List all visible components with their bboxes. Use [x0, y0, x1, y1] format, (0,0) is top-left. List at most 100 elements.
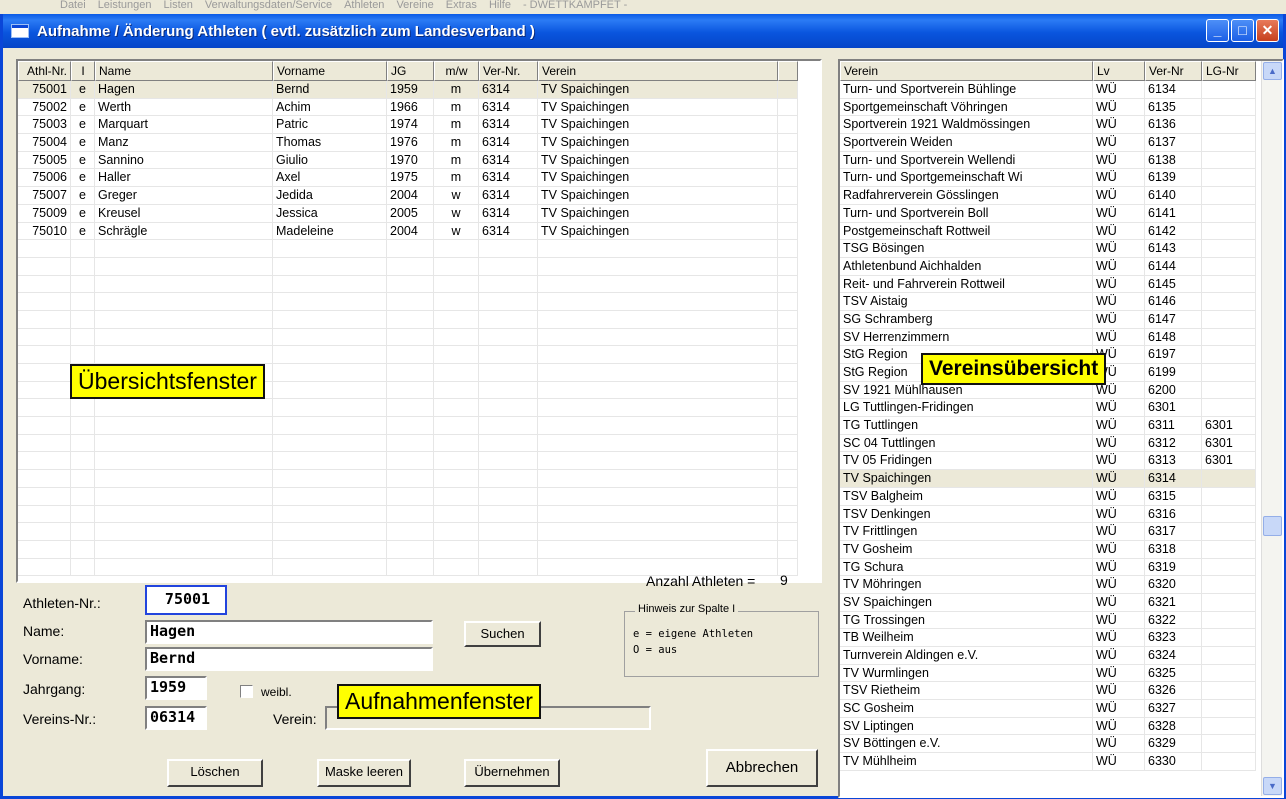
- club-list[interactable]: Verein Lv Ver-Nr LG-Nr Turn- und Sportve…: [838, 59, 1284, 798]
- cell-i: [71, 434, 95, 452]
- club-row[interactable]: TV Gosheim WÜ 6318: [840, 540, 1256, 559]
- scroll-up-arrow-icon[interactable]: ▲: [1263, 62, 1282, 80]
- apply-button[interactable]: Übernehmen: [464, 759, 560, 787]
- club-row[interactable]: TB Weilheim WÜ 6323: [840, 629, 1256, 647]
- suchen-button[interactable]: Suchen: [464, 621, 541, 647]
- club-row[interactable]: Radfahrerverein Gösslingen WÜ 6140: [840, 187, 1256, 205]
- club-row[interactable]: Turnverein Aldingen e.V. WÜ 6324: [840, 647, 1256, 665]
- cell-club-verein: TV Mühlheim: [840, 753, 1093, 770]
- club-row[interactable]: TV Mühlheim WÜ 6330: [840, 753, 1256, 771]
- delete-button[interactable]: Löschen: [167, 759, 263, 787]
- column-header-i[interactable]: I: [71, 61, 95, 81]
- club-row[interactable]: TG Tuttlingen WÜ 6311 6301: [840, 417, 1256, 435]
- cell-i: [71, 523, 95, 540]
- cell-ver-nr: 6314: [479, 81, 538, 98]
- club-row[interactable]: Postgemeinschaft Rottweil WÜ 6142: [840, 222, 1256, 241]
- club-row[interactable]: Sportverein Weiden WÜ 6137: [840, 134, 1256, 152]
- cell-club-lv: WÜ: [1093, 434, 1145, 452]
- club-row[interactable]: SV Böttingen e.V. WÜ 6329: [840, 735, 1256, 754]
- club-row[interactable]: Turn- und Sportgemeinschaft Wi WÜ 6139: [840, 169, 1256, 188]
- cell-club-ver-nr: 6311: [1145, 417, 1202, 434]
- column-header-club-ver-nr[interactable]: Ver-Nr: [1145, 61, 1202, 81]
- cell-club-lv: WÜ: [1093, 611, 1145, 629]
- club-row[interactable]: TSV Balgheim WÜ 6315: [840, 487, 1256, 506]
- weibl-checkbox[interactable]: [240, 685, 253, 698]
- athlete-no-field[interactable]: 75001: [145, 585, 227, 615]
- club-row[interactable]: Athletenbund Aichhalden WÜ 6144: [840, 257, 1256, 276]
- column-header-name[interactable]: Name: [95, 61, 273, 81]
- athlete-row[interactable]: 75005 e Sannino Giulio 1970 m 6314 TV Spaiching…: [18, 151, 798, 170]
- club-row[interactable]: TSV Aistaig WÜ 6146: [840, 293, 1256, 311]
- club-row[interactable]: Turn- und Sportverein Boll WÜ 6141: [840, 204, 1256, 223]
- athlete-list[interactable]: Athl-Nr. I Name Vorname JG m/w Ver-Nr. V…: [16, 59, 822, 583]
- vorname-field[interactable]: Bernd: [145, 647, 433, 671]
- club-row[interactable]: TV Wurmlingen WÜ 6325: [840, 664, 1256, 683]
- club-row[interactable]: TV Möhringen WÜ 6320: [840, 576, 1256, 594]
- club-row[interactable]: TSG Bösingen WÜ 6143: [840, 240, 1256, 258]
- athlete-row[interactable]: 75006 e Haller Axel 1975 m 6314 TV Spaichingen: [18, 169, 798, 188]
- column-header-mw[interactable]: m/w: [434, 61, 479, 81]
- title-bar[interactable]: Aufnahme / Änderung Athleten ( evtl. zus…: [3, 14, 1283, 48]
- close-button[interactable]: ✕: [1256, 19, 1279, 42]
- jahrgang-field[interactable]: 1959: [145, 676, 207, 700]
- column-header-club-lv[interactable]: Lv: [1093, 61, 1145, 81]
- club-row[interactable]: SV Herrenzimmern WÜ 6148: [840, 328, 1256, 347]
- cell-ver-nr: 6314: [479, 169, 538, 187]
- cancel-button[interactable]: Abbrechen: [706, 749, 818, 787]
- cell-jg: [387, 558, 434, 576]
- cell-athl-nr: [18, 487, 71, 505]
- cell-ver-nr: [479, 470, 538, 487]
- athlete-row[interactable]: 75004 e Manz Thomas 1976 m 6314 TV Spaichingen: [18, 134, 798, 152]
- club-row[interactable]: Turn- und Sportverein Wellendi WÜ 6138: [840, 151, 1256, 170]
- minimize-button[interactable]: _: [1206, 19, 1229, 42]
- column-header-club-verein[interactable]: Verein: [840, 61, 1093, 81]
- athlete-row[interactable]: 75009 e Kreusel Jessica 2005 w 6314 TV Spaichin…: [18, 204, 798, 223]
- cell-name: Sannino: [95, 151, 273, 169]
- club-row[interactable]: Sportgemeinschaft Vöhringen WÜ 6135: [840, 98, 1256, 117]
- cell-athl-nr: [18, 505, 71, 523]
- club-row[interactable]: SC 04 Tuttlingen WÜ 6312 6301: [840, 434, 1256, 453]
- club-row[interactable]: Turn- und Sportverein Bühlinge WÜ 6134: [840, 81, 1256, 99]
- club-row[interactable]: SV Spaichingen WÜ 6321: [840, 593, 1256, 612]
- club-row[interactable]: Reit- und Fahrverein Rottweil WÜ 6145: [840, 275, 1256, 294]
- athlete-row[interactable]: 75010 e Schrägle Madeleine 2004 w 6314 TV Spaic…: [18, 222, 798, 241]
- club-row[interactable]: TV 05 Fridingen WÜ 6313 6301: [840, 452, 1256, 471]
- cell-club-verein: SV Spaichingen: [840, 593, 1093, 611]
- vereins-nr-field[interactable]: 06314: [145, 706, 207, 730]
- club-list-scrollbar[interactable]: ▲ ▼: [1261, 61, 1282, 796]
- club-row[interactable]: LG Tuttlingen-Fridingen WÜ 6301: [840, 399, 1256, 418]
- athlete-row[interactable]: 75007 e Greger Jedida 2004 w 6314 TV Spaichinge…: [18, 187, 798, 205]
- column-header-club-lg-nr[interactable]: LG-Nr: [1202, 61, 1256, 81]
- club-row[interactable]: Sportverein 1921 Waldmössingen WÜ 6136: [840, 116, 1256, 135]
- club-row[interactable]: TG Schura WÜ 6319: [840, 558, 1256, 577]
- club-row[interactable]: TG Trossingen WÜ 6322: [840, 611, 1256, 630]
- name-field[interactable]: Hagen: [145, 620, 433, 644]
- scroll-down-arrow-icon[interactable]: ▼: [1263, 777, 1282, 795]
- column-header-vorname[interactable]: Vorname: [273, 61, 387, 81]
- column-header-ver-nr[interactable]: Ver-Nr.: [479, 61, 538, 81]
- club-row[interactable]: SV Liptingen WÜ 6328: [840, 717, 1256, 736]
- column-header-jg[interactable]: JG: [387, 61, 434, 81]
- club-row[interactable]: SC Gosheim WÜ 6327: [840, 700, 1256, 718]
- cell-ver-nr: 6314: [479, 204, 538, 222]
- cell-club-verein: Turn- und Sportverein Wellendi: [840, 151, 1093, 169]
- athlete-row[interactable]: 75001 e Hagen Bernd 1959 m 6314 TV Spaichingen: [18, 81, 798, 99]
- column-header-athl-nr[interactable]: Athl-Nr.: [18, 61, 71, 81]
- club-row[interactable]: TSV Denkingen WÜ 6316: [840, 505, 1256, 524]
- column-header-verein[interactable]: Verein: [538, 61, 778, 81]
- club-row[interactable]: TV Frittlingen WÜ 6317: [840, 523, 1256, 541]
- club-row[interactable]: TSV Rietheim WÜ 6326: [840, 682, 1256, 701]
- cell-club-verein: Athletenbund Aichhalden: [840, 257, 1093, 275]
- athlete-row[interactable]: 75003 e Marquart Patric 1974 m 6314 TV Spaichin…: [18, 116, 798, 135]
- club-row[interactable]: SG Schramberg WÜ 6147: [840, 310, 1256, 329]
- cell-i: [71, 240, 95, 257]
- athlete-row[interactable]: 75002 e Werth Achim 1966 m 6314 TV Spaichingen: [18, 98, 798, 117]
- club-row[interactable]: TV Spaichingen WÜ 6314: [840, 470, 1256, 488]
- cell-mw: [434, 452, 479, 470]
- jahrgang-label: Jahrgang:: [23, 681, 86, 697]
- clear-mask-button[interactable]: Maske leeren: [317, 759, 411, 787]
- cell-verein: [538, 381, 778, 399]
- maximize-button[interactable]: □: [1231, 19, 1254, 42]
- scroll-thumb[interactable]: [1263, 516, 1282, 536]
- cell-athl-nr: [18, 293, 71, 310]
